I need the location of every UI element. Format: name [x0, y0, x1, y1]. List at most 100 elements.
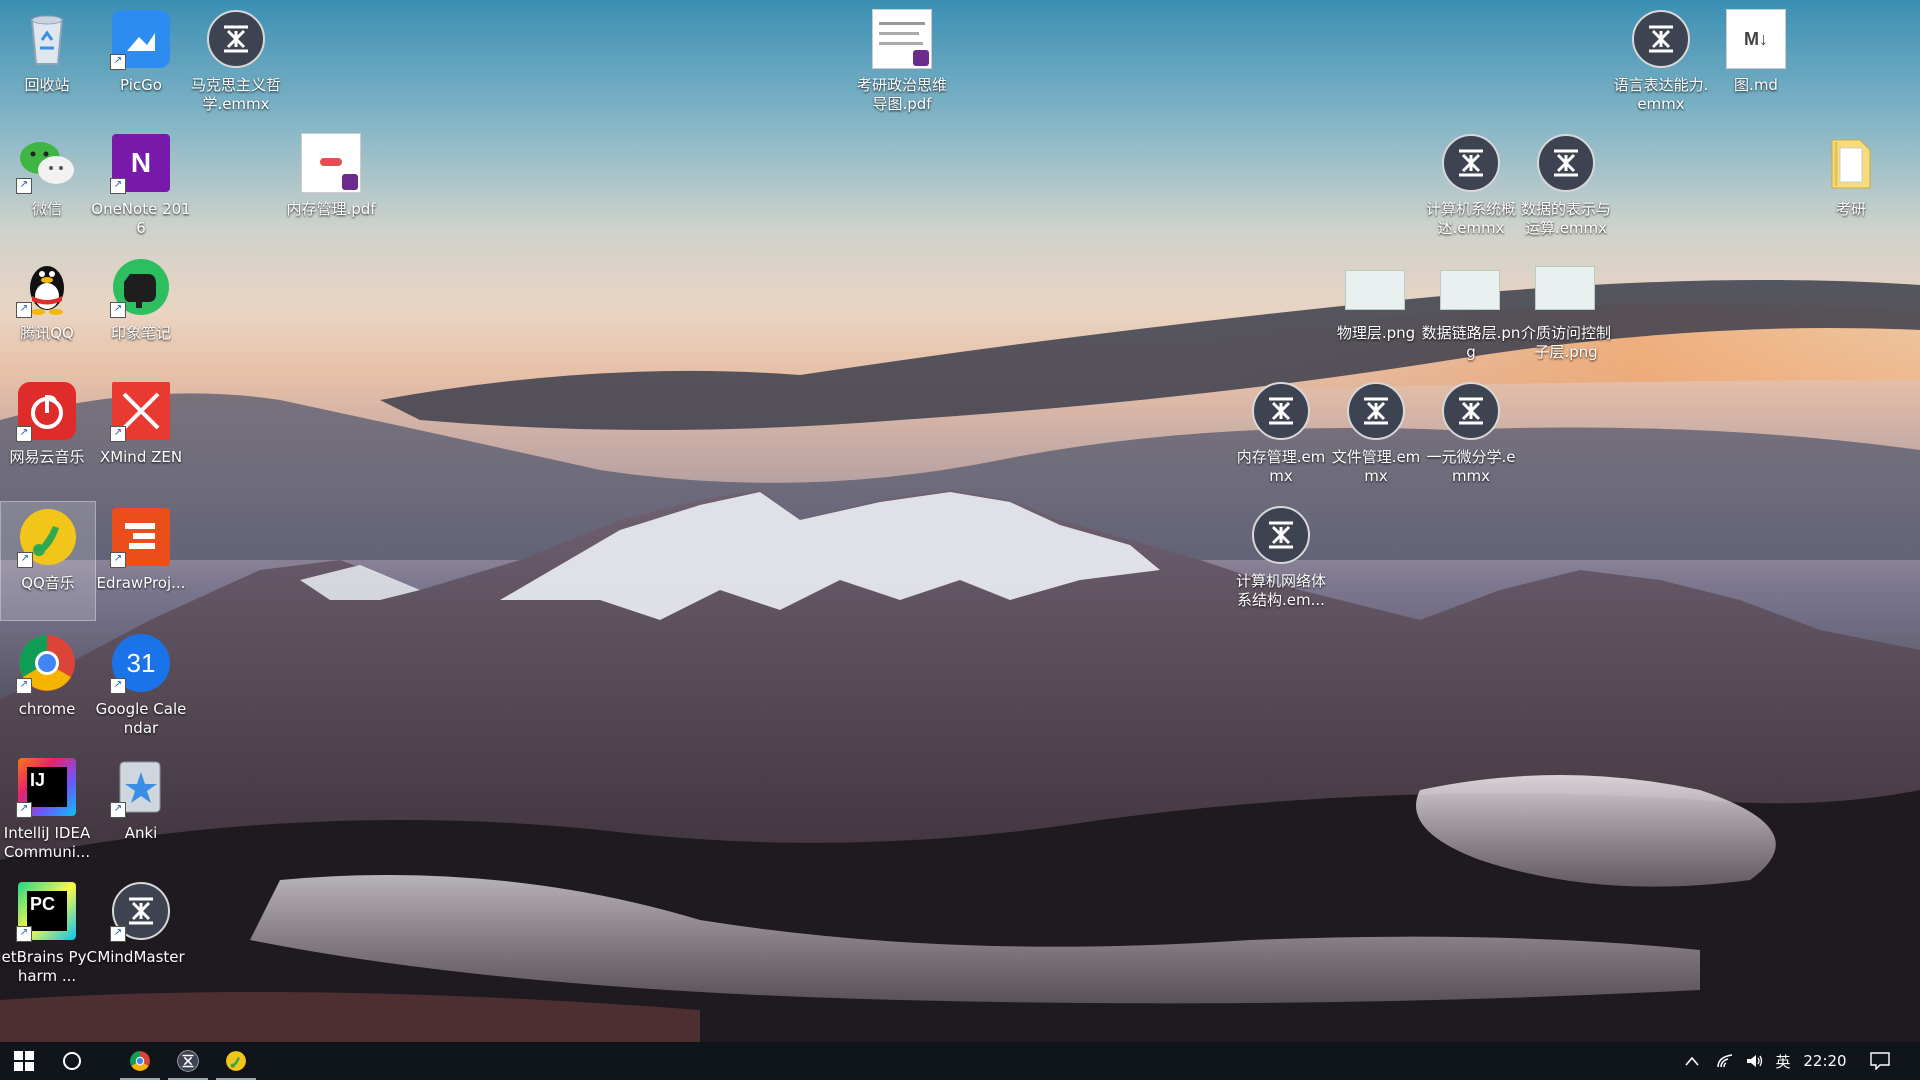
- tu-md-label: 图.md: [1734, 76, 1778, 94]
- edraw-shortcut[interactable]: ↗ EdrawProj...: [94, 502, 188, 624]
- intellij-shortcut[interactable]: IJ ↗ IntelliJ IDEA Communi...: [0, 752, 94, 874]
- onenote-shortcut[interactable]: N ↗ OneNote 2016: [91, 128, 191, 250]
- tu-md-file[interactable]: M↓ 图.md: [1709, 4, 1803, 126]
- language-expr-file[interactable]: 语言表达能力.emmx: [1614, 4, 1708, 126]
- memory-pdf-label: 内存管理.pdf: [286, 200, 376, 218]
- qq-penguin-icon: ↗: [16, 256, 78, 318]
- taskbar-qq-music[interactable]: [212, 1042, 260, 1080]
- clock[interactable]: 22:20: [1798, 1042, 1852, 1080]
- pycharm-glyph: PC: [27, 891, 67, 931]
- chrome-label: chrome: [18, 700, 76, 718]
- shortcut-arrow-icon: ↗: [110, 552, 126, 568]
- qq-music-shortcut[interactable]: ↗ QQ音乐: [0, 501, 96, 621]
- chrome-shortcut[interactable]: ↗ chrome: [0, 628, 94, 750]
- tray-overflow-button[interactable]: [1680, 1042, 1704, 1080]
- image-file-icon: [1345, 256, 1407, 318]
- mac-sublayer-png[interactable]: 介质访问控制子层.png: [1519, 252, 1613, 374]
- chevron-up-icon: [1685, 1056, 1699, 1066]
- mindmap-file-icon: [1630, 8, 1692, 70]
- shortcut-arrow-icon: ↗: [16, 178, 32, 194]
- picgo-shortcut[interactable]: ↗ PicGo: [94, 4, 188, 126]
- action-center-button[interactable]: [1862, 1042, 1898, 1080]
- politics-pdf-label: 考研政治思维导图.pdf: [856, 76, 947, 113]
- desktop[interactable]: 回收站 ↗ 微信 ↗ 腾讯QQ ↗ 网易云音乐 ↗ QQ音乐 ↗ chrome …: [0, 0, 1920, 1042]
- anki-label: Anki: [124, 824, 158, 842]
- memory-emmx-file[interactable]: 内存管理.emmx: [1234, 376, 1328, 498]
- pycharm-shortcut[interactable]: PC ↗ JetBrains PyCharm ...: [0, 876, 97, 998]
- wechat-label: 微信: [31, 200, 62, 218]
- intellij-icon: IJ ↗: [16, 756, 78, 818]
- xmind-shortcut[interactable]: ↗ XMind ZEN: [94, 376, 188, 498]
- memory-pdf-file[interactable]: 内存管理.pdf: [284, 128, 378, 250]
- shortcut-arrow-icon: ↗: [110, 802, 126, 818]
- physical-layer-png[interactable]: 物理层.png: [1329, 252, 1423, 374]
- shortcut-arrow-icon: ↗: [110, 54, 126, 70]
- google-calendar-label: Google Calendar: [95, 700, 187, 737]
- pdf-file-icon: [300, 132, 362, 194]
- shortcut-arrow-icon: ↗: [16, 802, 32, 818]
- mindmaster-icon: ↗: [110, 880, 172, 942]
- xmind-icon: ↗: [110, 380, 172, 442]
- google-calendar-shortcut[interactable]: 31 ↗ Google Calendar: [94, 628, 188, 750]
- mindmaster-shortcut[interactable]: ↗ MindMaster: [94, 876, 188, 998]
- marxism-file[interactable]: 马克思主义哲学.emmx: [189, 4, 283, 126]
- pdf-file-icon: [871, 8, 933, 70]
- qq-shortcut[interactable]: ↗ 腾讯QQ: [0, 252, 94, 374]
- xmind-label: XMind ZEN: [99, 448, 183, 466]
- network-button[interactable]: [1712, 1042, 1738, 1080]
- taskbar-chrome[interactable]: [116, 1042, 164, 1080]
- datalink-layer-label: 数据链路层.png: [1421, 324, 1521, 361]
- file-emmx-label: 文件管理.emmx: [1331, 448, 1421, 485]
- notification-icon: [1870, 1052, 1890, 1070]
- computer-overview-file[interactable]: 计算机系统概述.emmx: [1424, 128, 1518, 250]
- calendar-icon: 31 ↗: [110, 632, 172, 694]
- ime-indicator[interactable]: 英: [1772, 1042, 1794, 1080]
- onenote-icon: N ↗: [110, 132, 172, 194]
- speaker-icon: [1747, 1055, 1763, 1067]
- edraw-project-icon: ↗: [110, 506, 172, 568]
- anki-star-icon: ↗: [110, 756, 172, 818]
- mindmaster-label: MindMaster: [97, 948, 185, 966]
- wechat-shortcut[interactable]: ↗ 微信: [0, 128, 94, 250]
- shortcut-arrow-icon: ↗: [110, 926, 126, 942]
- anki-shortcut[interactable]: ↗ Anki: [94, 752, 188, 874]
- evernote-elephant-icon: ↗: [110, 256, 172, 318]
- qq-label: 腾讯QQ: [20, 324, 74, 342]
- file-emmx-file[interactable]: 文件管理.emmx: [1329, 376, 1423, 498]
- physical-layer-label: 物理层.png: [1336, 324, 1416, 342]
- evernote-shortcut[interactable]: ↗ 印象笔记: [94, 252, 188, 374]
- politics-pdf-file[interactable]: 考研政治思维导图.pdf: [855, 4, 949, 126]
- recycle-bin-icon: [16, 8, 78, 70]
- netease-music-shortcut[interactable]: ↗ 网易云音乐: [0, 376, 94, 498]
- shortcut-arrow-icon: ↗: [110, 426, 126, 442]
- memory-emmx-label: 内存管理.emmx: [1236, 448, 1326, 485]
- datalink-layer-png[interactable]: 数据链路层.png: [1421, 252, 1521, 374]
- mindmap-file-icon: [1440, 380, 1502, 442]
- image-file-icon: [1535, 256, 1597, 318]
- qq-music-label: QQ音乐: [21, 574, 75, 592]
- taskbar-mindmaster[interactable]: [164, 1042, 212, 1080]
- network-emmx-file[interactable]: 计算机网络体系结构.em...: [1234, 500, 1328, 622]
- volume-button[interactable]: [1742, 1042, 1768, 1080]
- image-file-icon: [1440, 256, 1502, 318]
- search-button[interactable]: [48, 1042, 96, 1080]
- cortana-circle-icon: [63, 1052, 81, 1070]
- recycle-bin-icon-item[interactable]: 回收站: [0, 4, 94, 126]
- mac-sublayer-label: 介质访问控制子层.png: [1520, 324, 1611, 361]
- mindmap-file-icon: [1535, 132, 1597, 194]
- markdown-file-icon: M↓: [1725, 8, 1787, 70]
- calculus-emmx-file[interactable]: 一元微分学.emmx: [1424, 376, 1518, 498]
- picgo-label: PicGo: [120, 76, 162, 94]
- mindmap-file-icon: [205, 8, 267, 70]
- shortcut-arrow-icon: ↗: [16, 678, 32, 694]
- kaoyan-folder[interactable]: 考研: [1804, 128, 1898, 250]
- marxism-label: 马克思主义哲学.emmx: [190, 76, 281, 113]
- start-button[interactable]: [0, 1042, 48, 1080]
- data-repr-file[interactable]: 数据的表示与运算.emmx: [1519, 128, 1613, 250]
- network-emmx-label: 计算机网络体系结构.em...: [1235, 572, 1326, 609]
- chrome-icon: [130, 1051, 150, 1071]
- markdown-glyph: M↓: [1726, 9, 1786, 69]
- windows-logo-icon: [14, 1051, 34, 1071]
- recycle-bin-label: 回收站: [24, 76, 70, 94]
- calculus-emmx-label: 一元微分学.emmx: [1426, 448, 1516, 485]
